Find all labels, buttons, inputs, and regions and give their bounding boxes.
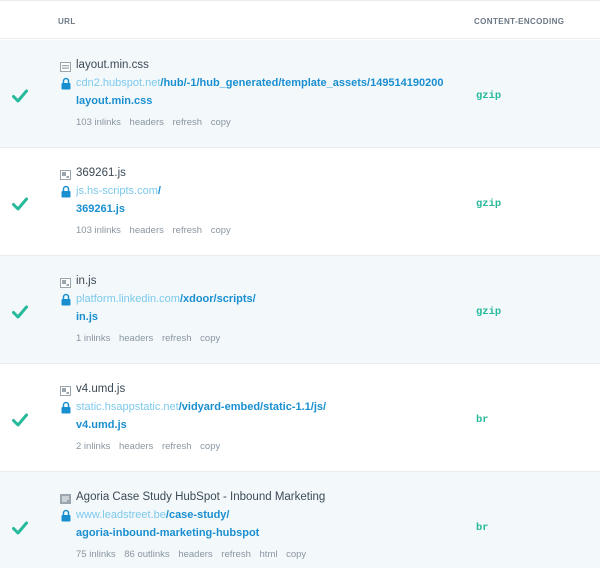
content-encoding-column-header[interactable]: CONTENT-ENCODING	[474, 17, 564, 26]
url-path-continued[interactable]: layout.min.css	[76, 95, 152, 107]
inlinks-link[interactable]: 2 inlinks	[76, 441, 110, 452]
row-actions: 103 inlinks headers refresh copy	[76, 117, 237, 128]
resource-url[interactable]: js.hs-scripts.com/	[76, 185, 466, 197]
encoding-value: br	[476, 414, 489, 426]
table-row: in.js platform.linkedin.com/xdoor/script…	[0, 256, 600, 364]
inlinks-link[interactable]: 103 inlinks	[76, 117, 121, 128]
url-path-continued[interactable]: v4.umd.js	[76, 419, 127, 431]
encoding-value: gzip	[476, 306, 502, 318]
inlinks-link[interactable]: 75 inlinks	[76, 549, 116, 560]
headers-link[interactable]: headers	[130, 225, 164, 236]
row-actions: 103 inlinks headers refresh copy	[76, 225, 237, 236]
check-icon	[12, 305, 28, 319]
headers-link[interactable]: headers	[119, 333, 153, 344]
css-file-icon	[60, 62, 71, 72]
headers-link[interactable]: headers	[130, 117, 164, 128]
refresh-link[interactable]: refresh	[173, 225, 203, 236]
url-host[interactable]: static.hsappstatic.net	[76, 401, 179, 413]
js-file-icon	[60, 278, 71, 288]
refresh-link[interactable]: refresh	[162, 333, 192, 344]
url-path[interactable]: /xdoor/scripts/	[180, 293, 256, 305]
resource-table: URL CONTENT-ENCODING layout.min.css cdn2…	[0, 0, 600, 568]
html-file-icon	[60, 494, 71, 504]
table-row: v4.umd.js static.hsappstatic.net/vidyard…	[0, 364, 600, 472]
url-path-continued[interactable]: agoria-inbound-marketing-hubspot	[76, 527, 259, 539]
html-link[interactable]: html	[260, 549, 278, 560]
resource-name: Agoria Case Study HubSpot - Inbound Mark…	[76, 491, 326, 503]
url-host[interactable]: platform.linkedin.com	[76, 293, 180, 305]
url-column-header[interactable]: URL	[58, 17, 76, 26]
refresh-link[interactable]: refresh	[162, 441, 192, 452]
resource-name: layout.min.css	[76, 59, 149, 71]
encoding-value: gzip	[476, 198, 502, 210]
check-icon	[12, 89, 28, 103]
table-header: URL CONTENT-ENCODING	[0, 1, 600, 39]
lock-icon	[61, 509, 71, 522]
refresh-link[interactable]: refresh	[221, 549, 251, 560]
url-host[interactable]: js.hs-scripts.com	[76, 185, 158, 197]
inlinks-link[interactable]: 103 inlinks	[76, 225, 121, 236]
url-path[interactable]: /case-study/	[166, 509, 230, 521]
lock-icon	[61, 293, 71, 306]
copy-link[interactable]: copy	[200, 441, 220, 452]
lock-icon	[61, 77, 71, 90]
url-path-continued[interactable]: 369261.js	[76, 203, 125, 215]
url-path[interactable]: /vidyard-embed/static-1.1/js/	[179, 401, 326, 413]
check-icon	[12, 413, 28, 427]
js-file-icon	[60, 386, 71, 396]
resource-url[interactable]: platform.linkedin.com/xdoor/scripts/	[76, 293, 466, 305]
url-host[interactable]: www.leadstreet.be	[76, 509, 166, 521]
lock-icon	[61, 185, 71, 198]
outlinks-link[interactable]: 86 outlinks	[124, 549, 169, 560]
headers-link[interactable]: headers	[178, 549, 212, 560]
inlinks-link[interactable]: 1 inlinks	[76, 333, 110, 344]
resource-name: in.js	[76, 275, 97, 287]
table-row: 369261.js js.hs-scripts.com/ 369261.js 1…	[0, 148, 600, 256]
resource-name: 369261.js	[76, 167, 126, 179]
resource-url[interactable]: www.leadstreet.be/case-study/	[76, 509, 466, 521]
url-path[interactable]: /	[158, 185, 161, 197]
resource-url[interactable]: static.hsappstatic.net/vidyard-embed/sta…	[76, 401, 466, 413]
url-path[interactable]: /hub/-1/hub_generated/template_assets/14…	[160, 77, 443, 89]
encoding-value: br	[476, 522, 489, 534]
encoding-value: gzip	[476, 90, 502, 102]
url-host[interactable]: cdn2.hubspot.net	[76, 77, 160, 89]
check-icon	[12, 197, 28, 211]
lock-icon	[61, 401, 71, 414]
refresh-link[interactable]: refresh	[173, 117, 203, 128]
check-icon	[12, 521, 28, 535]
copy-link[interactable]: copy	[211, 117, 231, 128]
row-actions: 1 inlinks headers refresh copy	[76, 333, 226, 344]
url-path-continued[interactable]: in.js	[76, 311, 98, 323]
resource-name: v4.umd.js	[76, 383, 126, 395]
table-row: layout.min.css cdn2.hubspot.net/hub/-1/h…	[0, 40, 600, 148]
row-actions: 75 inlinks 86 outlinks headers refresh h…	[76, 549, 312, 560]
copy-link[interactable]: copy	[211, 225, 231, 236]
copy-link[interactable]: copy	[200, 333, 220, 344]
js-file-icon	[60, 170, 71, 180]
table-row: Agoria Case Study HubSpot - Inbound Mark…	[0, 472, 600, 568]
copy-link[interactable]: copy	[286, 549, 306, 560]
row-actions: 2 inlinks headers refresh copy	[76, 441, 226, 452]
resource-url[interactable]: cdn2.hubspot.net/hub/-1/hub_generated/te…	[76, 77, 466, 89]
headers-link[interactable]: headers	[119, 441, 153, 452]
